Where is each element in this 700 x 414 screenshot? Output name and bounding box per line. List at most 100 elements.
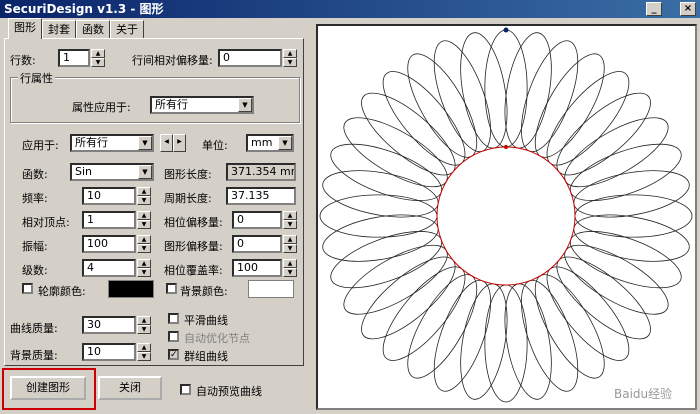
series-stepper[interactable]: ▲ ▼ bbox=[137, 259, 151, 277]
period-input[interactable]: 37.135 bbox=[226, 187, 296, 205]
apply-select[interactable]: 所有行 ▼ bbox=[70, 134, 154, 152]
petal-curve bbox=[569, 143, 682, 201]
phase-offset-input[interactable]: 0 bbox=[232, 211, 282, 229]
petal-curve bbox=[573, 170, 690, 218]
apply-attr-select[interactable]: 所有行 ▼ bbox=[150, 96, 254, 114]
petal-curve bbox=[330, 231, 443, 289]
row-offset-stepper[interactable]: ▲ ▼ bbox=[283, 49, 297, 67]
apply-value: 所有行 bbox=[75, 136, 108, 149]
chevron-down-icon[interactable]: ▼ bbox=[278, 136, 292, 150]
petal-curve bbox=[322, 170, 439, 218]
petal-curve bbox=[569, 231, 682, 289]
phase-cover-stepper[interactable]: ▲ ▼ bbox=[283, 259, 297, 277]
petal-curve bbox=[504, 32, 552, 149]
vertex-input[interactable]: 1 bbox=[82, 211, 136, 229]
petal-curve bbox=[361, 92, 456, 176]
chevron-down-icon[interactable]: ▼ bbox=[238, 98, 252, 112]
rows-stepper[interactable]: ▲ ▼ bbox=[91, 49, 105, 67]
amplitude-input[interactable]: 100 bbox=[82, 235, 136, 253]
phase-cover-label: 相位覆盖率: bbox=[164, 264, 223, 277]
row-nav-arrows[interactable]: ◀ ▶ bbox=[160, 134, 186, 152]
petal-curve bbox=[534, 53, 605, 158]
row-offset-label: 行间相对偏移量: bbox=[132, 54, 213, 67]
arrow-right-icon[interactable]: ▶ bbox=[173, 134, 186, 152]
petal-curve bbox=[564, 244, 669, 315]
auto-preview-label: 自动预览曲线 bbox=[196, 385, 262, 398]
apply-label: 应用于: bbox=[22, 139, 59, 152]
tab-shape[interactable]: 图形 bbox=[8, 18, 42, 39]
petal-curve bbox=[521, 40, 579, 153]
tab-about[interactable]: 关于 bbox=[110, 20, 144, 38]
petal-curve bbox=[433, 40, 491, 153]
petal-curve bbox=[534, 274, 605, 379]
function-label: 函数: bbox=[22, 168, 48, 181]
minimize-button[interactable]: _ bbox=[646, 2, 662, 16]
inner-circle bbox=[436, 146, 576, 286]
close-window-button[interactable]: × bbox=[680, 2, 696, 16]
group-curve-label: 群组曲线 bbox=[184, 350, 228, 363]
unit-label: 单位: bbox=[202, 139, 228, 152]
window-title: SecuriDesign v1.3 - 图形 bbox=[4, 2, 164, 16]
function-select[interactable]: Sin ▼ bbox=[70, 163, 154, 181]
petal-curve bbox=[546, 71, 630, 166]
length-value: 371.354 mm bbox=[226, 163, 296, 181]
create-shape-button[interactable]: 创建图形 bbox=[10, 376, 86, 400]
chevron-down-icon[interactable]: ▼ bbox=[138, 165, 152, 179]
chevron-down-icon[interactable]: ▼ bbox=[138, 136, 152, 150]
petal-curve bbox=[556, 92, 651, 176]
frequency-stepper[interactable]: ▲ ▼ bbox=[137, 187, 151, 205]
bg-quality-input[interactable]: 10 bbox=[82, 343, 136, 361]
phase-offset-stepper[interactable]: ▲ ▼ bbox=[283, 211, 297, 229]
smooth-curve-checkbox[interactable] bbox=[168, 313, 179, 324]
phase-cover-input[interactable]: 100 bbox=[232, 259, 282, 277]
series-label: 级数: bbox=[22, 264, 48, 277]
group-curve-checkbox[interactable]: ✓ bbox=[168, 349, 179, 360]
watermark: Baidu经验 bbox=[614, 386, 672, 401]
curve-quality-stepper[interactable]: ▲ ▼ bbox=[137, 316, 151, 334]
outline-color-swatch[interactable] bbox=[108, 280, 154, 298]
bg-quality-label: 背景质量: bbox=[10, 349, 58, 362]
preview-canvas[interactable]: Baidu经验 bbox=[316, 24, 697, 410]
series-input[interactable]: 4 bbox=[82, 259, 136, 277]
bg-color-swatch[interactable] bbox=[248, 280, 294, 298]
frequency-input[interactable]: 10 bbox=[82, 187, 136, 205]
shape-offset-stepper[interactable]: ▲ ▼ bbox=[283, 235, 297, 253]
petal-curve bbox=[573, 214, 690, 262]
guilloche-preview: Baidu经验 bbox=[319, 27, 693, 403]
petal-curve bbox=[322, 214, 439, 262]
start-node-marker bbox=[503, 27, 509, 33]
apply-attr-value: 所有行 bbox=[155, 98, 188, 111]
petal-curve bbox=[556, 256, 651, 340]
vertex-stepper[interactable]: ▲ ▼ bbox=[137, 211, 151, 229]
petal-curve bbox=[382, 71, 466, 166]
rows-input[interactable]: 1 bbox=[58, 49, 90, 67]
shape-offset-label: 图形偏移量: bbox=[164, 240, 223, 253]
frequency-label: 频率: bbox=[22, 192, 48, 205]
close-button[interactable]: 关闭 bbox=[98, 376, 162, 400]
bg-color-label: 背景颜色: bbox=[180, 285, 228, 298]
title-bar: SecuriDesign v1.3 - 图形 _ × bbox=[0, 0, 700, 18]
petal-curve bbox=[433, 279, 491, 392]
bg-color-checkbox[interactable] bbox=[166, 283, 177, 294]
rows-label: 行数: bbox=[10, 54, 36, 67]
shape-offset-input[interactable]: 0 bbox=[232, 235, 282, 253]
petal-curve bbox=[361, 256, 456, 340]
inner-node-marker bbox=[504, 145, 508, 149]
unit-value: mm bbox=[251, 136, 273, 149]
petal-curve bbox=[460, 32, 508, 149]
curve-quality-label: 曲线质量: bbox=[10, 322, 58, 335]
unit-select[interactable]: mm ▼ bbox=[246, 134, 294, 152]
arrow-left-icon[interactable]: ◀ bbox=[160, 134, 173, 152]
amplitude-stepper[interactable]: ▲ ▼ bbox=[137, 235, 151, 253]
amplitude-label: 振幅: bbox=[22, 240, 48, 253]
bg-quality-stepper[interactable]: ▲ ▼ bbox=[137, 343, 151, 361]
curve-quality-input[interactable]: 30 bbox=[82, 316, 136, 334]
row-offset-input[interactable]: 0 bbox=[218, 49, 282, 67]
tab-function[interactable]: 函数 bbox=[76, 20, 110, 38]
petal-curve bbox=[564, 117, 669, 188]
tab-envelope[interactable]: 封套 bbox=[42, 20, 76, 38]
auto-optimize-checkbox[interactable] bbox=[168, 331, 179, 342]
auto-preview-checkbox[interactable] bbox=[180, 384, 191, 395]
outline-color-checkbox[interactable] bbox=[22, 283, 33, 294]
petal-curves bbox=[319, 29, 693, 403]
